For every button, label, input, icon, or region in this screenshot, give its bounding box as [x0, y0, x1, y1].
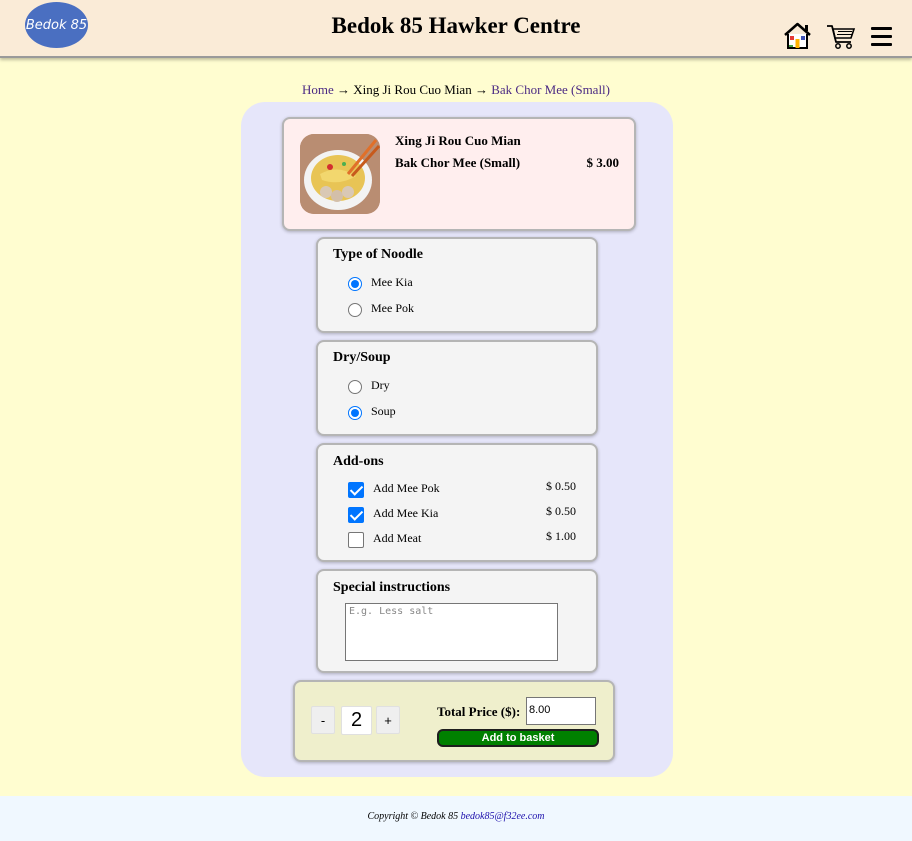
radio-label-soup: Soup	[371, 404, 396, 418]
noodle-type-card: Type of Noodle Mee Kia Mee Pok	[316, 237, 598, 333]
radio-mee-kia[interactable]	[348, 277, 362, 291]
site-title: Bedok 85 Hawker Centre	[331, 13, 581, 38]
menu-icon[interactable]	[871, 27, 892, 51]
cart-icon[interactable]	[826, 24, 856, 55]
breadcrumb-stall[interactable]: Xing Ji Rou Cuo Mian	[353, 82, 471, 97]
instructions-card: Special instructions E.g. Less salt	[316, 569, 598, 673]
breadcrumb-separator: →	[337, 82, 350, 97]
dish-image	[300, 134, 380, 214]
increase-quantity-button[interactable]: +	[376, 706, 400, 734]
breadcrumb-home[interactable]: Home	[302, 82, 334, 97]
radio-label-mee-pok: Mee Pok	[371, 301, 414, 315]
add-to-basket-button[interactable]: Add to basket	[437, 729, 599, 747]
radio-soup[interactable]	[348, 406, 362, 420]
addons-card: Add-ons Add Mee Pok $ 0.50 Add Mee Kia $…	[316, 443, 598, 562]
breadcrumb-separator: →	[474, 82, 488, 97]
item-card: Xing Ji Rou Cuo Mian Bak Chor Mee (Small…	[282, 117, 636, 231]
radio-label-dry: Dry	[371, 378, 390, 392]
order-summary-card: - 2 + Total Price ($): 8.00 Add to baske…	[293, 680, 615, 762]
stall-name: Xing Ji Rou Cuo Mian	[395, 133, 521, 148]
site-header: Bedok 85 Bedok 85 Hawker Centre	[0, 0, 912, 58]
quantity-display: 2	[341, 706, 372, 735]
addon-price-mee-pok: $ 0.50	[546, 479, 576, 493]
instructions-title: Special instructions	[333, 580, 451, 595]
instructions-textarea[interactable]: E.g. Less salt	[345, 603, 558, 661]
dry-soup-card: Dry/Soup Dry Soup	[316, 340, 598, 436]
addon-label-mee-pok: Add Mee Pok	[373, 481, 440, 495]
addon-price-mee-kia: $ 0.50	[546, 504, 576, 518]
breadcrumb-item[interactable]: Bak Chor Mee (Small)	[491, 82, 610, 97]
decrease-quantity-button[interactable]: -	[311, 706, 335, 734]
footer: Copyright © Bedok 85 bedok85@f32ee.com	[0, 796, 912, 841]
addon-label-mee-kia: Add Mee Kia	[373, 506, 439, 520]
home-icon[interactable]	[783, 22, 812, 55]
dry-soup-title: Dry/Soup	[333, 350, 391, 365]
addon-price-meat: $ 1.00	[546, 529, 576, 543]
addon-label-meat: Add Meat	[373, 531, 422, 545]
checkbox-add-mee-kia[interactable]	[348, 507, 364, 523]
total-price-field[interactable]: 8.00	[526, 697, 596, 725]
radio-dry[interactable]	[348, 380, 362, 394]
checkbox-add-mee-pok[interactable]	[348, 482, 364, 498]
breadcrumb: Home → Xing Ji Rou Cuo Mian → Bak Chor M…	[0, 82, 912, 98]
radio-label-mee-kia: Mee Kia	[371, 275, 413, 289]
checkbox-add-meat[interactable]	[348, 532, 364, 548]
addons-title: Add-ons	[333, 454, 384, 469]
dish-price: $ 3.00	[586, 155, 620, 170]
radio-mee-pok[interactable]	[348, 303, 362, 317]
total-price-label: Total Price ($):	[437, 704, 521, 719]
copyright-text: Copyright © Bedok 85	[367, 811, 459, 822]
footer-email-link[interactable]: bedok85@f32ee.com	[461, 811, 545, 822]
noodle-type-title: Type of Noodle	[333, 247, 423, 262]
dish-name: Bak Chor Mee (Small)	[395, 155, 521, 170]
